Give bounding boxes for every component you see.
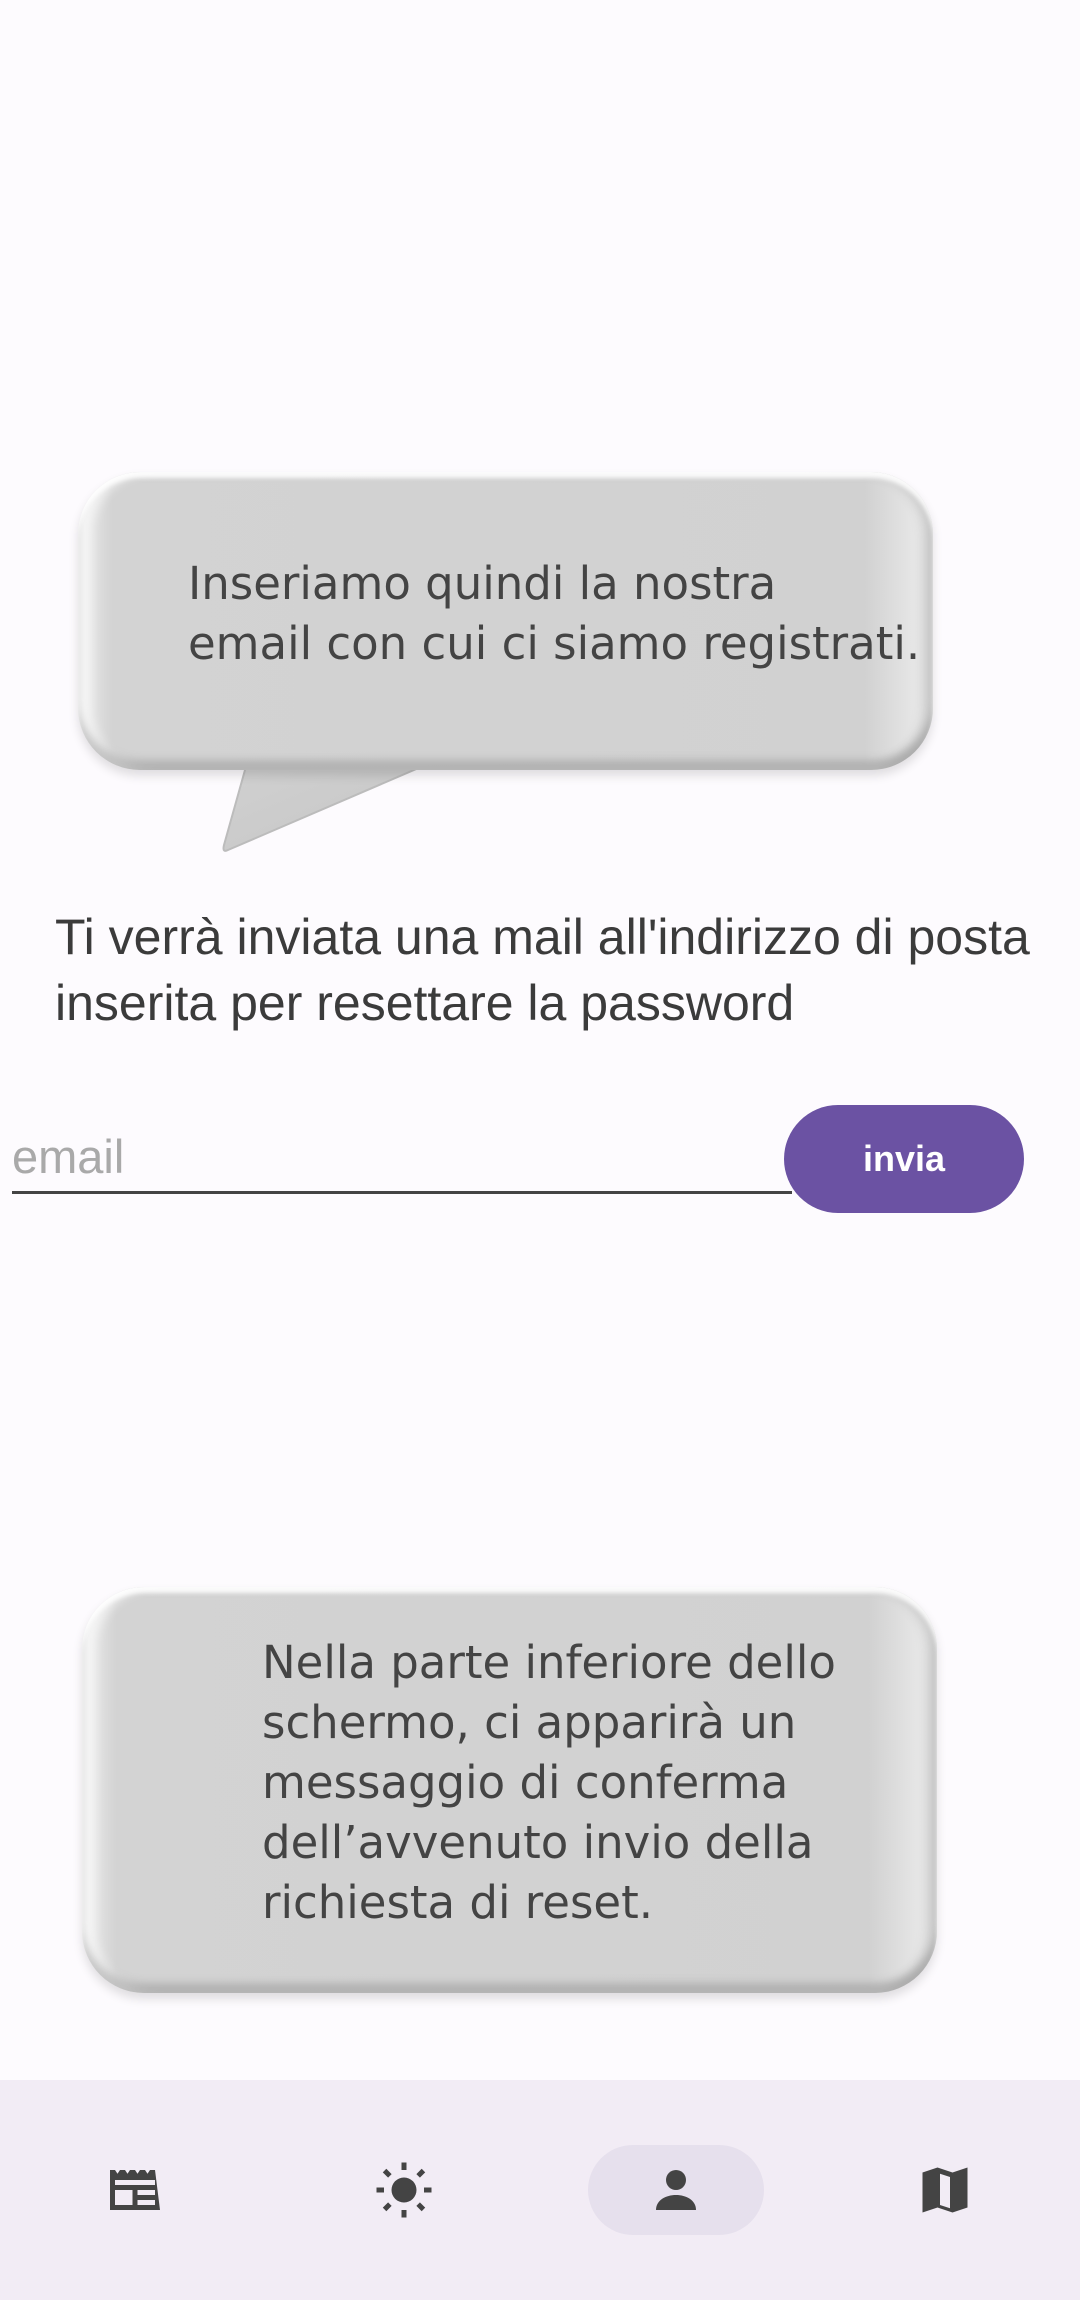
instruction-bubble-top: Inseriamo quindi la nostra email con cui… [78,472,933,770]
person-icon [656,2170,696,2210]
map-icon [922,2167,968,2213]
email-field[interactable] [12,1121,792,1194]
reset-info-text: Ti verrà inviata una mail all'indirizzo … [55,909,1030,1031]
bottom-navigation [0,2080,1080,2300]
nav-item-news[interactable] [47,2145,223,2235]
nav-item-profile[interactable] [588,2145,764,2235]
send-button[interactable]: invia [784,1105,1024,1213]
sun-icon [376,2162,432,2218]
instruction-text-top: Inseriamo quindi la nostra email con cui… [188,557,921,670]
instruction-bubble-bottom: Nella parte inferiore dello schermo, ci … [82,1587,937,1993]
news-icon [110,2170,160,2210]
instruction-text-bottom: Nella parte inferiore dello schermo, ci … [262,1636,836,1929]
nav-item-map[interactable] [857,2145,1033,2235]
nav-item-weather[interactable] [316,2145,492,2235]
